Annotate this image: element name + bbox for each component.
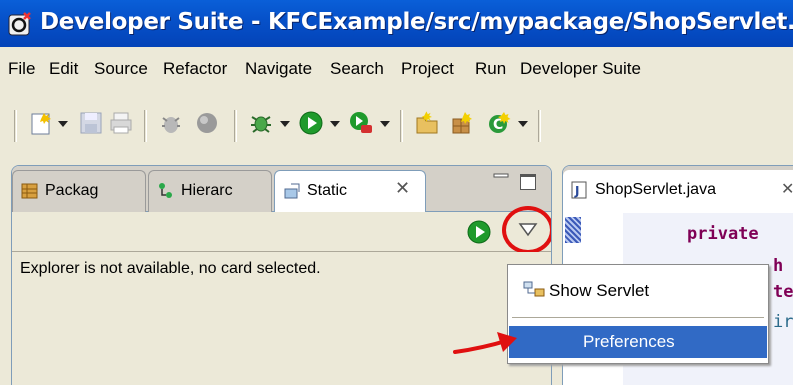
close-icon[interactable]: ✕ bbox=[781, 179, 793, 198]
bug-icon[interactable] bbox=[158, 110, 184, 136]
annotation-circle bbox=[502, 206, 551, 254]
minimize-icon[interactable] bbox=[492, 172, 510, 188]
code-line: h bbox=[773, 256, 784, 276]
new-class-icon[interactable]: C bbox=[486, 110, 512, 136]
external-tools-dropdown-arrow-icon[interactable] bbox=[380, 121, 390, 127]
menu-edit[interactable]: Edit bbox=[49, 59, 78, 79]
editor-tab-bar: J ShopServlet.java ✕ bbox=[563, 166, 793, 213]
server-icon[interactable] bbox=[194, 110, 220, 136]
menu-source[interactable]: Source bbox=[94, 59, 148, 79]
menu-item-label: Show Servlet bbox=[549, 281, 650, 300]
run-icon[interactable] bbox=[467, 220, 491, 244]
debug-dropdown-arrow-icon[interactable] bbox=[280, 121, 290, 127]
view-toolbar bbox=[12, 206, 551, 254]
tab-shopservlet-java[interactable]: J ShopServlet.java ✕ bbox=[563, 170, 793, 213]
editor-tab-label: ShopServlet.java bbox=[595, 181, 716, 198]
code-line: te bbox=[773, 282, 793, 302]
tab-label: Packag bbox=[45, 182, 99, 199]
tab-label: Static bbox=[307, 182, 348, 199]
view-tab-bar: Packag Hierarc Static ✕ bbox=[12, 166, 551, 213]
new-dropdown-arrow-icon[interactable] bbox=[58, 121, 68, 127]
save-icon[interactable] bbox=[78, 110, 104, 136]
main-toolbar: C bbox=[0, 92, 793, 160]
change-marker bbox=[565, 217, 581, 243]
view-menu-popup: Show Servlet Preferences bbox=[507, 264, 769, 364]
toolbar-separator bbox=[400, 110, 403, 142]
tab-static[interactable]: Static ✕ bbox=[274, 170, 426, 213]
code-line: ir bbox=[773, 312, 793, 332]
tab-package-explorer[interactable]: Packag bbox=[12, 170, 146, 212]
menu-file[interactable]: File bbox=[8, 59, 35, 79]
new-package-icon[interactable] bbox=[450, 110, 476, 136]
tab-hierarchy[interactable]: Hierarc bbox=[148, 170, 272, 212]
menu-developer-suite[interactable]: Developer Suite bbox=[520, 59, 641, 79]
menu-item-show-servlet[interactable]: Show Servlet bbox=[509, 271, 767, 311]
hierarchy-icon bbox=[159, 183, 172, 198]
new-wizard-icon[interactable] bbox=[28, 110, 54, 136]
code-line: private bbox=[687, 224, 759, 244]
toolbar-separator bbox=[144, 110, 147, 142]
print-icon[interactable] bbox=[108, 110, 134, 136]
menu-project[interactable]: Project bbox=[401, 59, 454, 79]
menu-run[interactable]: Run bbox=[475, 59, 506, 79]
window-title: Developer Suite - KFCExample/src/mypacka… bbox=[40, 9, 793, 35]
run-dropdown-arrow-icon[interactable] bbox=[330, 121, 340, 127]
menu-item-label: Preferences bbox=[583, 332, 675, 351]
tab-label: Hierarc bbox=[181, 182, 233, 199]
java-file-icon: J bbox=[571, 181, 587, 199]
run-icon[interactable] bbox=[298, 110, 324, 136]
menu-search[interactable]: Search bbox=[330, 59, 384, 79]
menu-bar: File Edit Source Refactor Navigate Searc… bbox=[0, 47, 793, 92]
new-class-dropdown-arrow-icon[interactable] bbox=[518, 121, 528, 127]
show-servlet-icon bbox=[523, 281, 545, 297]
menu-refactor[interactable]: Refactor bbox=[163, 59, 227, 79]
maximize-icon[interactable] bbox=[520, 174, 536, 190]
window-titlebar[interactable]: Developer Suite - KFCExample/src/mypacka… bbox=[0, 0, 793, 47]
svg-text:J: J bbox=[574, 184, 579, 198]
toolbar-separator bbox=[538, 110, 541, 142]
explorer-status-message: Explorer is not available, no card selec… bbox=[20, 260, 321, 277]
package-explorer-icon bbox=[21, 183, 38, 199]
annotation-arrow bbox=[453, 332, 517, 354]
menu-item-preferences[interactable]: Preferences bbox=[509, 326, 767, 358]
toolbar-separator bbox=[14, 110, 17, 142]
debug-icon[interactable] bbox=[248, 110, 274, 136]
static-view-icon bbox=[284, 183, 300, 199]
external-tools-icon[interactable] bbox=[348, 110, 374, 136]
toolbar-separator bbox=[234, 110, 237, 142]
menu-navigate[interactable]: Navigate bbox=[245, 59, 312, 79]
close-icon[interactable]: ✕ bbox=[395, 178, 410, 199]
new-java-project-icon[interactable] bbox=[414, 110, 440, 136]
explorer-content: Explorer is not available, no card selec… bbox=[12, 252, 551, 385]
app-icon bbox=[8, 12, 31, 36]
menu-separator bbox=[512, 317, 764, 319]
